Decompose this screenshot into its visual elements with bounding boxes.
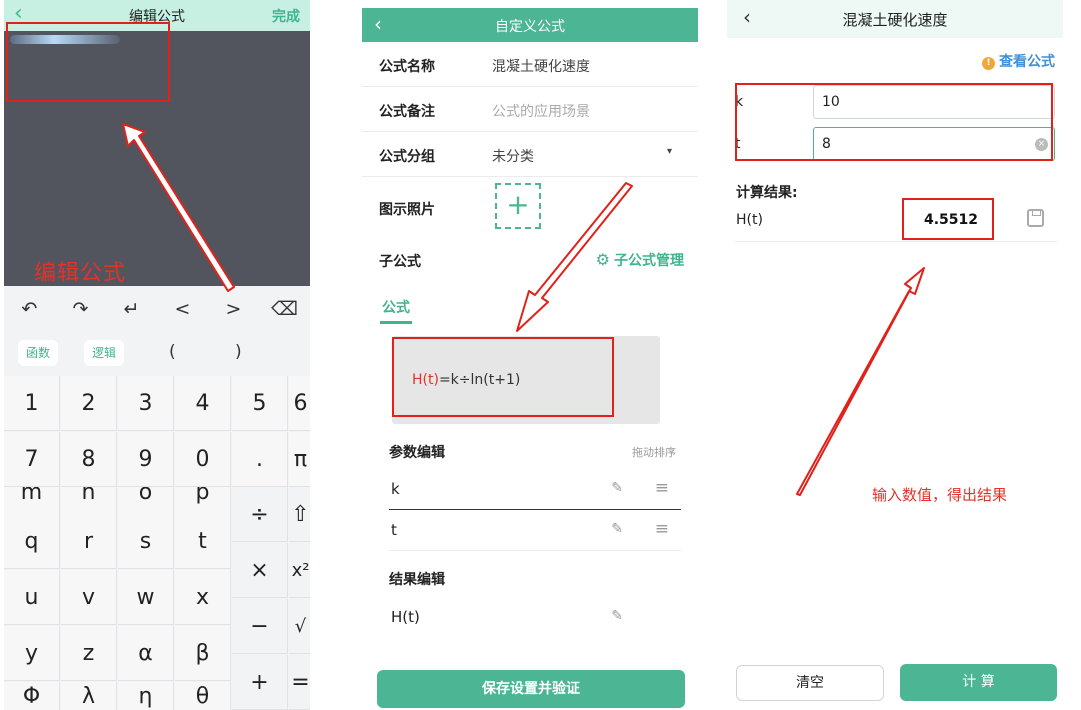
annotation-arrow [122, 123, 235, 292]
annotation-arrow [516, 182, 633, 332]
annotation-arrow [796, 267, 925, 496]
calculation-screen: ‹ 混凝土硬化速度 ! 查看公式 k 10 t 8 × 计算结果: H(t) 4.… [727, 0, 1063, 710]
formula-editor-screen: ‹ 编辑公式 完成 编辑公式 ↶ ↷ ↵ < > ⌫ 函数 逻辑 ( ) 1 2… [4, 0, 310, 710]
custom-formula-screen: ‹ 自定义公式 公式名称 混凝土硬化速度 公式备注 公式的应用场景 公式分组 未… [362, 0, 698, 710]
